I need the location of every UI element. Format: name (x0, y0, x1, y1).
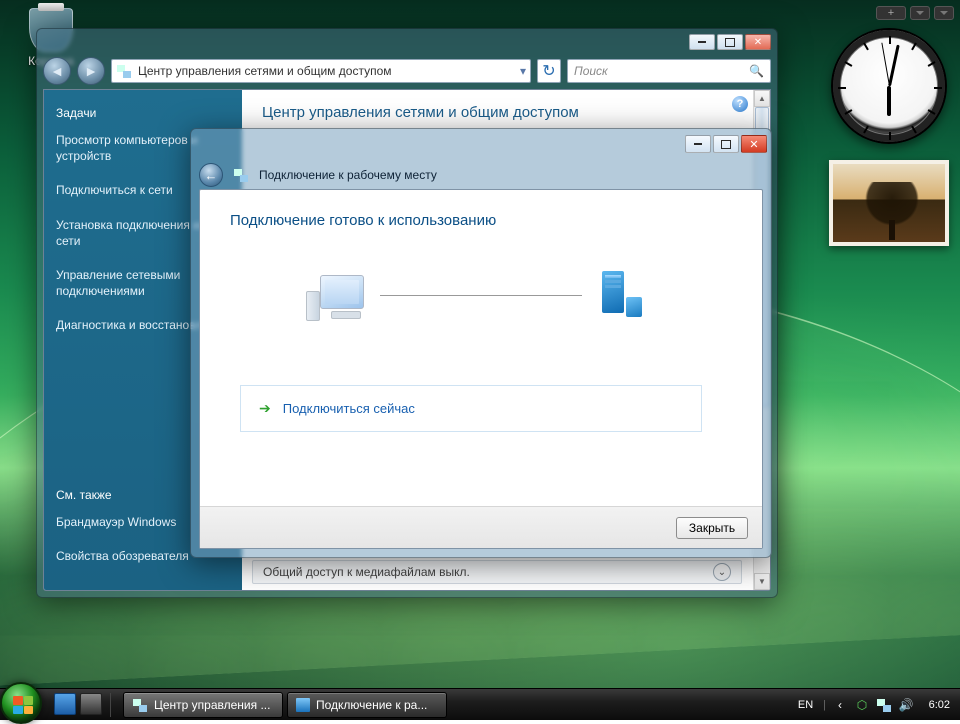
connect-now-link[interactable]: ➔ Подключиться сейчас (240, 385, 702, 432)
gadget-next-button[interactable] (934, 6, 954, 20)
clock-hour-hand (887, 86, 891, 116)
wizard-close-button[interactable] (741, 135, 767, 153)
network-icon (116, 63, 132, 79)
taskbar-label: Подключение к ра... (316, 698, 427, 712)
sidebar-heading: Задачи (56, 106, 230, 120)
wizard-title: Подключение к рабочему месту (259, 168, 437, 182)
close-button[interactable]: Закрыть (676, 517, 748, 539)
arrow-right-icon: ➔ (259, 400, 271, 417)
wizard-back-button[interactable]: ← (199, 163, 223, 187)
titlebar[interactable] (37, 29, 777, 55)
address-text: Центр управления сетями и общим доступом (138, 64, 392, 78)
window-connect-workplace-wizard: ← Подключение к рабочему месту Подключен… (190, 128, 772, 558)
network-icon (132, 697, 148, 713)
address-bar[interactable]: Центр управления сетями и общим доступом… (111, 59, 531, 83)
taskbar-clock[interactable]: 6:02 (920, 699, 954, 711)
wizard-icon (296, 698, 310, 712)
start-button[interactable] (0, 682, 42, 724)
nav-forward-button[interactable]: ► (77, 57, 105, 85)
nav-back-button[interactable]: ◄ (43, 57, 71, 85)
tray-hidden-icons[interactable]: ‹ (832, 697, 848, 713)
search-input[interactable]: Поиск 🔍 (567, 59, 771, 83)
wizard-minimize-button[interactable] (685, 135, 711, 153)
connect-now-label: Подключиться сейчас (283, 401, 415, 416)
page-title: Центр управления сетями и общим доступом (242, 90, 770, 129)
tray-security-icon[interactable]: ⬡ (854, 697, 870, 713)
quick-launch-show-desktop[interactable] (54, 693, 76, 715)
expand-icon[interactable]: ⌄ (713, 563, 731, 581)
window-maximize-button[interactable] (717, 34, 743, 50)
refresh-button[interactable]: ↻ (537, 59, 561, 83)
scroll-down-button[interactable]: ▼ (754, 573, 770, 590)
clock-second-hand (881, 43, 890, 87)
wizard-maximize-button[interactable] (713, 135, 739, 153)
clock-minute-hand (888, 45, 900, 87)
wizard-titlebar[interactable] (191, 129, 771, 159)
gadget-add-button[interactable] (876, 6, 906, 20)
connection-line-icon (380, 295, 582, 296)
server-icon (596, 271, 642, 321)
slideshow-image (863, 182, 921, 238)
quick-launch-switch-windows[interactable] (80, 693, 102, 715)
windows-logo-icon (13, 696, 33, 714)
search-icon: 🔍 (749, 64, 764, 78)
wizard-icon (233, 167, 249, 183)
wizard-heading: Подключение готово к использованию (200, 190, 762, 245)
window-minimize-button[interactable] (689, 34, 715, 50)
help-icon[interactable]: ? (732, 96, 748, 112)
system-tray: EN | ‹ ⬡ 🔊 6:02 (794, 689, 954, 720)
tray-separator: | (823, 699, 826, 711)
taskbar: Центр управления ... Подключение к ра...… (0, 688, 960, 720)
tray-volume-icon[interactable]: 🔊 (898, 697, 914, 713)
media-sharing-label: Общий доступ к медиафайлам выкл. (263, 565, 470, 579)
clock-gadget[interactable] (831, 28, 947, 144)
connection-diagram (230, 255, 732, 355)
taskbar-item-connect-workplace[interactable]: Подключение к ра... (287, 692, 447, 718)
search-placeholder: Поиск (574, 64, 608, 78)
computer-icon (320, 275, 372, 321)
gadget-prev-button[interactable] (910, 6, 930, 20)
scroll-up-button[interactable]: ▲ (754, 90, 770, 107)
tray-network-icon[interactable] (876, 697, 892, 713)
window-close-button[interactable] (745, 34, 771, 50)
address-dropdown-icon[interactable]: ▾ (520, 64, 526, 78)
taskbar-item-network-center[interactable]: Центр управления ... (123, 692, 283, 718)
media-sharing-row[interactable]: Общий доступ к медиафайлам выкл. ⌄ (252, 560, 742, 584)
slideshow-gadget[interactable] (829, 160, 949, 246)
taskbar-separator (110, 693, 111, 717)
language-indicator[interactable]: EN (794, 697, 817, 713)
taskbar-label: Центр управления ... (154, 698, 270, 712)
